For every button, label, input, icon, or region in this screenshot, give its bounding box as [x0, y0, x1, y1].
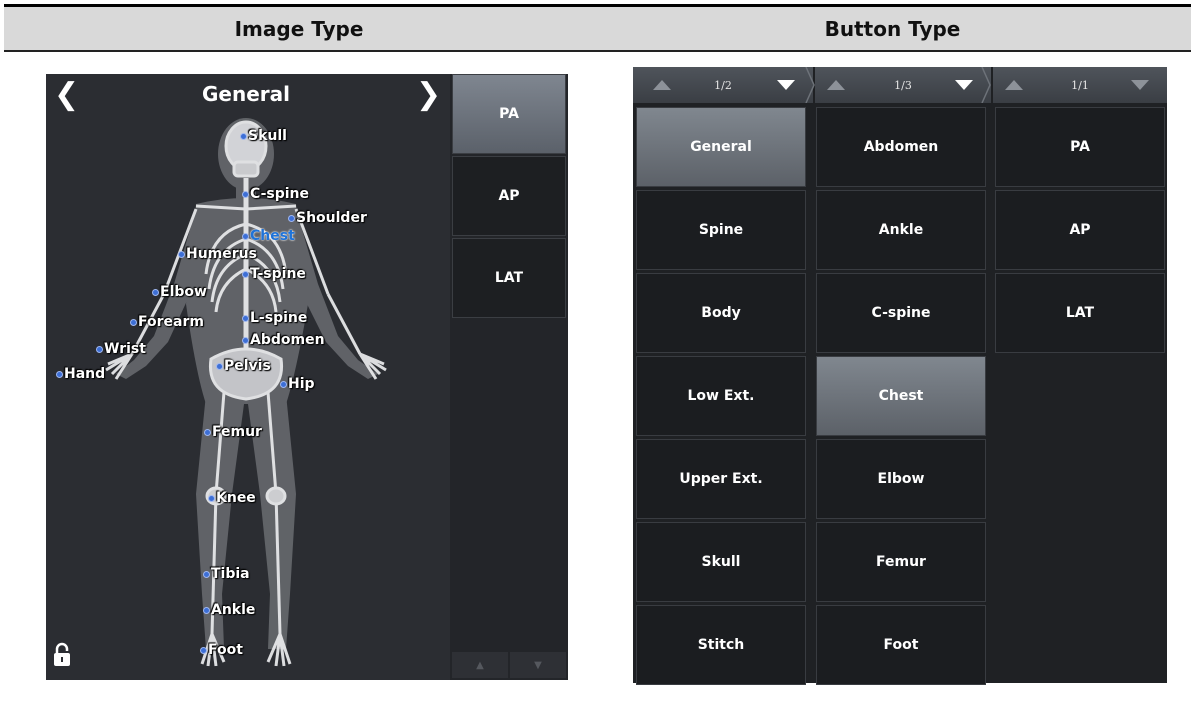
view-scroll-controls: ▲ ▼: [452, 652, 566, 678]
view-button-ap[interactable]: AP: [452, 156, 566, 236]
category-button-stitch[interactable]: Stitch: [636, 605, 806, 685]
body-part-c-spine[interactable]: C-spine: [242, 186, 309, 202]
body-part-button-ankle[interactable]: Ankle: [816, 190, 986, 270]
body-part-pelvis[interactable]: Pelvis: [216, 358, 271, 374]
body-part-button-elbow[interactable]: Elbow: [816, 439, 986, 519]
category-button-upper-ext[interactable]: Upper Ext.: [636, 439, 806, 519]
view-button-lat[interactable]: LAT: [995, 273, 1165, 353]
scroll-down-button[interactable]: ▼: [510, 652, 566, 678]
triangle-down-icon: ▼: [534, 659, 542, 671]
next-category-button[interactable]: ❯: [416, 80, 441, 110]
body-part-skull[interactable]: Skull: [240, 128, 287, 144]
header-bar: Image Type Button Type: [4, 4, 1191, 52]
view-button-ap[interactable]: AP: [995, 190, 1165, 270]
body-part-button-c-spine[interactable]: C-spine: [816, 273, 986, 353]
button-type-panel: 1/2 1/3 1/1 General Spine Body Low Ext. …: [633, 67, 1167, 685]
chevron-left-icon: ❮: [54, 77, 80, 112]
body-part-wrist[interactable]: Wrist: [96, 341, 146, 357]
scroll-up-button[interactable]: ▲: [452, 652, 508, 678]
body-part-shoulder[interactable]: Shoulder: [288, 210, 367, 226]
image-type-header: Image Type: [234, 16, 364, 41]
body-part-button-femur[interactable]: Femur: [816, 522, 986, 602]
view-button-pa[interactable]: PA: [995, 107, 1165, 187]
body-part-femur[interactable]: Femur: [204, 424, 262, 440]
prev-category-button[interactable]: ❮: [54, 80, 79, 110]
body-part-elbow[interactable]: Elbow: [152, 284, 207, 300]
pager-column-3: 1/1: [993, 67, 1167, 103]
lock-icon[interactable]: [52, 642, 72, 672]
view-list: PA AP LAT ▲ ▼: [450, 74, 568, 680]
category-button-body[interactable]: Body: [636, 273, 806, 353]
category-button-skull[interactable]: Skull: [636, 522, 806, 602]
body-part-l-spine[interactable]: L-spine: [242, 310, 307, 326]
triangle-up-icon: ▲: [476, 659, 484, 671]
body-part-button-abdomen[interactable]: Abdomen: [816, 107, 986, 187]
button-type-header: Button Type: [824, 16, 961, 41]
pager-column-1: 1/2: [633, 67, 815, 103]
body-part-button-chest[interactable]: Chest: [816, 356, 986, 436]
body-part-ankle[interactable]: Ankle: [203, 602, 255, 618]
chevron-right-icon: ❯: [416, 77, 442, 112]
body-part-hand[interactable]: Hand: [56, 366, 105, 382]
body-part-abdomen[interactable]: Abdomen: [242, 332, 325, 348]
body-part-tibia[interactable]: Tibia: [203, 566, 250, 582]
body-part-button-foot[interactable]: Foot: [816, 605, 986, 685]
body-part-humerus[interactable]: Humerus: [178, 246, 257, 262]
body-part-foot[interactable]: Foot: [200, 642, 243, 658]
body-part-hip[interactable]: Hip: [280, 376, 315, 392]
page-down-icon[interactable]: [1131, 80, 1149, 90]
body-part-t-spine[interactable]: T-spine: [242, 266, 306, 282]
image-type-panel: ❮ General ❯ Skull C-spine Shoulder Chest…: [46, 74, 568, 680]
page-down-icon[interactable]: [777, 80, 795, 90]
category-button-spine[interactable]: Spine: [636, 190, 806, 270]
body-map-area: ❮ General ❯ Skull C-spine Shoulder Chest…: [46, 74, 450, 680]
category-title: General: [202, 82, 290, 106]
body-part-knee[interactable]: Knee: [208, 490, 256, 506]
body-part-chest[interactable]: Chest: [242, 228, 295, 244]
category-button-general[interactable]: General: [636, 107, 806, 187]
view-button-lat[interactable]: LAT: [452, 238, 566, 318]
page-down-icon[interactable]: [955, 80, 973, 90]
view-button-pa[interactable]: PA: [452, 74, 566, 154]
body-part-forearm[interactable]: Forearm: [130, 314, 204, 330]
pager-column-2: 1/3: [815, 67, 991, 103]
category-button-low-ext[interactable]: Low Ext.: [636, 356, 806, 436]
skeleton-image: [105, 118, 387, 667]
